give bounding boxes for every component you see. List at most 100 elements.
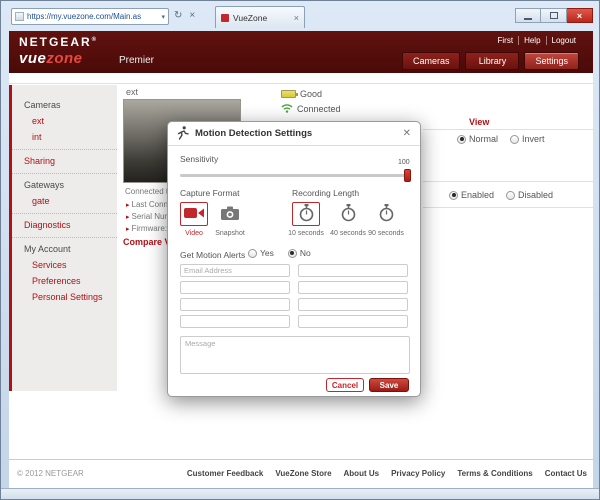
- arrow-bullet-icon: ▸: [126, 202, 130, 209]
- message-input[interactable]: [180, 336, 410, 374]
- radio-icon[interactable]: [510, 134, 520, 144]
- tab-cameras[interactable]: Cameras: [401, 52, 461, 70]
- refresh-icon[interactable]: ↻: [174, 10, 182, 22]
- arrow-bullet-icon: ▸: [126, 214, 130, 221]
- browser-tab[interactable]: VueZone ×: [215, 6, 305, 28]
- sidebar: Cameras ext int Sharing Gateways gate Di…: [9, 85, 117, 391]
- dialog-close-icon[interactable]: ✕: [403, 128, 411, 139]
- battery-status: Good: [281, 89, 322, 99]
- save-button[interactable]: Save: [369, 378, 409, 392]
- radio-icon[interactable]: [248, 248, 257, 258]
- radio-icon[interactable]: [457, 134, 466, 144]
- divider: [9, 83, 593, 84]
- state-options: Enabled Disabled: [449, 190, 553, 200]
- slider-handle[interactable]: [404, 169, 411, 182]
- snapshot-camera-icon: [221, 206, 239, 222]
- radio-no[interactable]: No: [287, 248, 311, 258]
- radio-yes[interactable]: Yes: [248, 248, 274, 258]
- address-bar-actions: ↻ ×: [174, 10, 195, 22]
- motion-detection-settings-dialog: Motion Detection Settings ✕ Sensitivity …: [167, 121, 421, 397]
- email-input-7[interactable]: [180, 315, 290, 328]
- capture-snapshot-button[interactable]: [216, 202, 244, 226]
- recording-10s-button[interactable]: [292, 202, 320, 226]
- email-input-5[interactable]: [180, 298, 290, 311]
- sidebar-item-gateways[interactable]: Gateways: [12, 173, 117, 193]
- maximize-button[interactable]: [541, 8, 567, 23]
- sidebar-item-sharing[interactable]: Sharing: [12, 149, 117, 169]
- close-button[interactable]: ×: [567, 8, 593, 23]
- divider: [423, 129, 593, 130]
- email-input-3[interactable]: [180, 281, 290, 294]
- sidebar-item-cameras[interactable]: Cameras: [12, 97, 117, 113]
- radio-disabled[interactable]: Disabled: [506, 190, 553, 200]
- browser-titlebar: https://my.vuezone.com/Main.as ▾ ↻ × Vue…: [1, 1, 599, 31]
- connection-status: Connected: [281, 103, 341, 115]
- camera-name: ext: [126, 87, 139, 97]
- divider: [423, 181, 593, 182]
- url-bar[interactable]: https://my.vuezone.com/Main.as ▾: [11, 8, 169, 25]
- footer-divider: [9, 459, 593, 460]
- sidebar-item-services[interactable]: Services: [12, 257, 117, 273]
- maximize-icon: [549, 12, 558, 19]
- footer-links: Customer Feedback VueZone Store About Us…: [187, 469, 587, 478]
- user-name-link[interactable]: First: [493, 36, 519, 45]
- sidebar-item-int[interactable]: int: [12, 129, 117, 145]
- tab-library[interactable]: Library: [465, 52, 520, 70]
- url-dropdown-icon[interactable]: ▾: [161, 13, 165, 21]
- tab-favicon-icon: [221, 13, 229, 22]
- sidebar-item-diagnostics[interactable]: Diagnostics: [12, 213, 117, 233]
- sidebar-item-my-account[interactable]: My Account: [12, 237, 117, 257]
- footer-link-vuezone-store[interactable]: VueZone Store: [275, 469, 331, 478]
- footer-link-customer-feedback[interactable]: Customer Feedback: [187, 469, 263, 478]
- email-input-8[interactable]: [298, 315, 408, 328]
- browser-window: https://my.vuezone.com/Main.as ▾ ↻ × Vue…: [0, 0, 600, 500]
- footer-link-terms[interactable]: Terms & Conditions: [457, 469, 532, 478]
- capture-video-button[interactable]: [180, 202, 208, 226]
- radio-icon[interactable]: [506, 190, 516, 200]
- stopwatch-icon: [341, 204, 356, 224]
- netgear-logo: NETGEAR®: [19, 35, 97, 49]
- email-input-2[interactable]: [298, 264, 408, 277]
- recording-90s-button[interactable]: [372, 202, 400, 226]
- footer-link-privacy-policy[interactable]: Privacy Policy: [391, 469, 445, 478]
- user-links: First Help Logout: [493, 36, 581, 45]
- sidebar-item-ext[interactable]: ext: [12, 113, 117, 129]
- email-input-4[interactable]: [298, 281, 408, 294]
- minimize-button[interactable]: [515, 8, 541, 23]
- site-favicon-icon: [15, 12, 24, 21]
- stop-icon[interactable]: ×: [189, 10, 195, 22]
- sensitivity-label: Sensitivity: [180, 154, 219, 164]
- view-column-label: View: [469, 117, 490, 127]
- arrow-bullet-icon: ▸: [126, 226, 130, 233]
- radio-enabled[interactable]: Enabled: [449, 190, 494, 200]
- cancel-button[interactable]: Cancel: [326, 378, 364, 392]
- site-header: NETGEAR® vuezone Premier First Help Logo…: [9, 31, 593, 73]
- logout-link[interactable]: Logout: [545, 36, 581, 45]
- tab-settings[interactable]: Settings: [524, 52, 579, 70]
- email-input-6[interactable]: [298, 298, 408, 311]
- capture-format-label: Capture Format: [180, 188, 240, 198]
- battery-icon: [281, 90, 298, 98]
- sidebar-item-preferences[interactable]: Preferences: [12, 273, 117, 289]
- help-link[interactable]: Help: [518, 36, 545, 45]
- divider: [423, 207, 593, 208]
- footer-link-contact-us[interactable]: Contact Us: [545, 469, 587, 478]
- video-camera-icon: [184, 206, 204, 222]
- dialog-title: Motion Detection Settings: [195, 128, 313, 139]
- recording-90s-label: 90 seconds: [368, 230, 404, 237]
- stopwatch-icon: [299, 204, 314, 224]
- tab-close-icon[interactable]: ×: [294, 13, 299, 23]
- radio-normal[interactable]: Normal: [457, 134, 498, 144]
- radio-invert[interactable]: Invert: [510, 134, 545, 144]
- sensitivity-slider[interactable]: [180, 169, 411, 182]
- sidebar-item-gate[interactable]: gate: [12, 193, 117, 209]
- radio-icon[interactable]: [287, 248, 297, 258]
- radio-icon[interactable]: [449, 190, 458, 200]
- snapshot-option-label: Snapshot: [215, 230, 245, 237]
- url-text: https://my.vuezone.com/Main.as: [27, 12, 142, 21]
- footer-link-about-us[interactable]: About Us: [344, 469, 380, 478]
- tab-title: VueZone: [233, 12, 268, 23]
- sidebar-item-personal-settings[interactable]: Personal Settings: [12, 289, 117, 305]
- recording-40s-button[interactable]: [334, 202, 362, 226]
- email-input-1[interactable]: [180, 264, 290, 277]
